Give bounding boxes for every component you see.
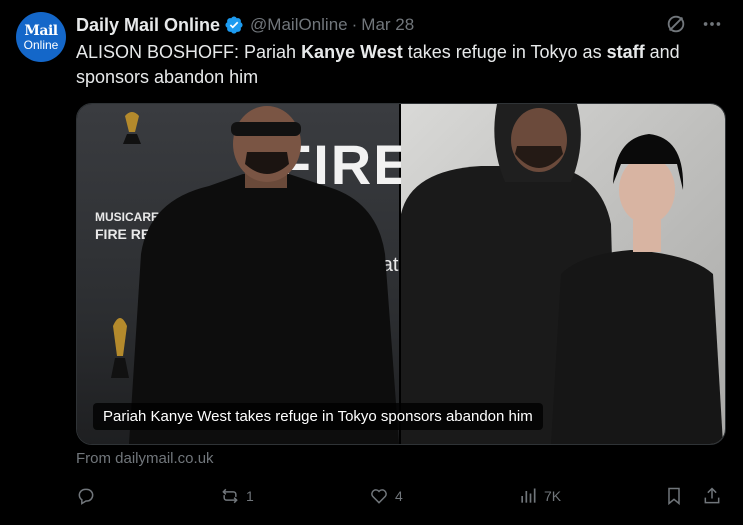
tweet-text: ALISON BOSHOFF: Pariah Kanye West takes … — [76, 40, 726, 90]
tweet-date[interactable]: Mar 28 — [361, 15, 414, 35]
views-icon — [521, 488, 536, 503]
like-count: 4 — [395, 488, 403, 504]
grok-icon[interactable] — [665, 13, 687, 35]
like-button[interactable]: 4 — [369, 483, 403, 509]
share-icon — [704, 487, 720, 504]
link-card-media[interactable]: FIRE MUSICARES FIRE RELIEF Donat — [76, 103, 726, 445]
tweet-header: Daily Mail Online @MailOnline · Mar 28 — [76, 13, 723, 37]
card-caption: Pariah Kanye West takes refuge in Tokyo … — [93, 403, 543, 430]
bookmark-icon — [668, 487, 680, 506]
retweet-button[interactable]: 1 — [220, 483, 254, 509]
reply-icon — [78, 488, 94, 505]
display-name[interactable]: Daily Mail Online — [76, 15, 220, 36]
avatar-logo-line1: Mail — [24, 22, 58, 39]
handle[interactable]: @MailOnline — [250, 15, 348, 35]
heart-icon — [371, 489, 387, 504]
share-button[interactable] — [702, 483, 722, 509]
tweet-text-part: takes refuge in Tokyo as — [402, 42, 607, 62]
reply-button[interactable] — [76, 483, 102, 509]
tweet-text-bold: staff — [606, 42, 645, 62]
tweet-text-bold: Kanye West — [301, 42, 403, 62]
couple-silhouette — [401, 104, 723, 444]
retweet-icon — [222, 488, 238, 504]
avatar-logo-line2: Online — [23, 37, 59, 52]
retweet-count: 1 — [246, 488, 254, 504]
photo-right — [401, 104, 725, 444]
views-button[interactable]: 7K — [518, 483, 561, 509]
action-bar: 1 4 7K — [76, 483, 725, 509]
tweet-text-part: ALISON BOSHOFF: Pariah — [76, 42, 302, 62]
separator-dot: · — [351, 15, 358, 34]
more-options-icon[interactable] — [701, 13, 723, 35]
card-source[interactable]: From dailymail.co.uk — [76, 450, 214, 467]
avatar[interactable]: Mail Online — [16, 12, 66, 62]
verified-badge-icon — [225, 16, 243, 34]
view-count: 7K — [544, 488, 562, 504]
person-silhouette — [129, 106, 399, 444]
header-actions — [665, 13, 723, 35]
photo-left: FIRE MUSICARES FIRE RELIEF Donat — [77, 104, 411, 444]
bookmark-button[interactable] — [664, 483, 684, 509]
